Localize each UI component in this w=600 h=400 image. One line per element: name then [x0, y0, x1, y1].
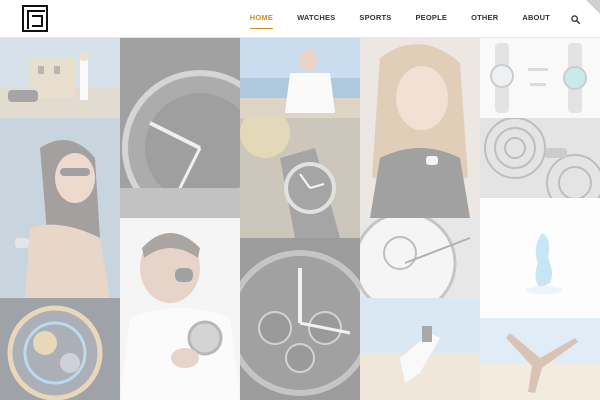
gallery-tile-man-seaside[interactable]	[240, 38, 360, 118]
site-header: HOME WATCHES SPORTS PEOPLE OTHER ABOUT	[0, 0, 600, 38]
nav-item-people[interactable]: PEOPLE	[403, 0, 459, 38]
nav-item-watches[interactable]: WATCHES	[285, 0, 347, 38]
search-button[interactable]	[564, 0, 586, 38]
corner-fold-icon[interactable]	[586, 0, 600, 14]
gallery-tile-guilloche-dial[interactable]	[480, 118, 600, 198]
nav-item-about[interactable]: ABOUT	[510, 0, 562, 38]
gallery-tile-skeleton-watch[interactable]	[0, 298, 120, 400]
gallery-tile-woman-smiling[interactable]	[360, 38, 480, 218]
nav-item-sports[interactable]: SPORTS	[347, 0, 403, 38]
photo-gallery-grid	[0, 38, 600, 400]
gallery-tile-watchmaker-loupe[interactable]	[120, 218, 240, 400]
gallery-tile-woman-sunglasses[interactable]	[0, 118, 120, 298]
gallery-tile-villa-car[interactable]	[0, 38, 120, 118]
search-icon	[570, 14, 580, 24]
main-nav: HOME WATCHES SPORTS PEOPLE OTHER ABOUT	[238, 0, 586, 38]
gallery-tile-acrobat-beach[interactable]	[480, 318, 600, 400]
gallery-tile-watch-closeup[interactable]	[120, 38, 240, 218]
gallery-tile-chronograph-dial[interactable]	[240, 238, 360, 400]
site-logo[interactable]	[22, 5, 48, 32]
nav-item-other[interactable]: OTHER	[459, 0, 510, 38]
gallery-tile-watch-collection[interactable]	[480, 38, 600, 118]
gallery-tile-rider-beach[interactable]	[360, 298, 480, 400]
gallery-tile-watch-on-wrist[interactable]	[240, 118, 360, 238]
gallery-tile-glass-sculpture[interactable]	[480, 198, 600, 318]
nav-item-home[interactable]: HOME	[238, 0, 285, 38]
gallery-tile-dial-macro[interactable]	[360, 218, 480, 298]
